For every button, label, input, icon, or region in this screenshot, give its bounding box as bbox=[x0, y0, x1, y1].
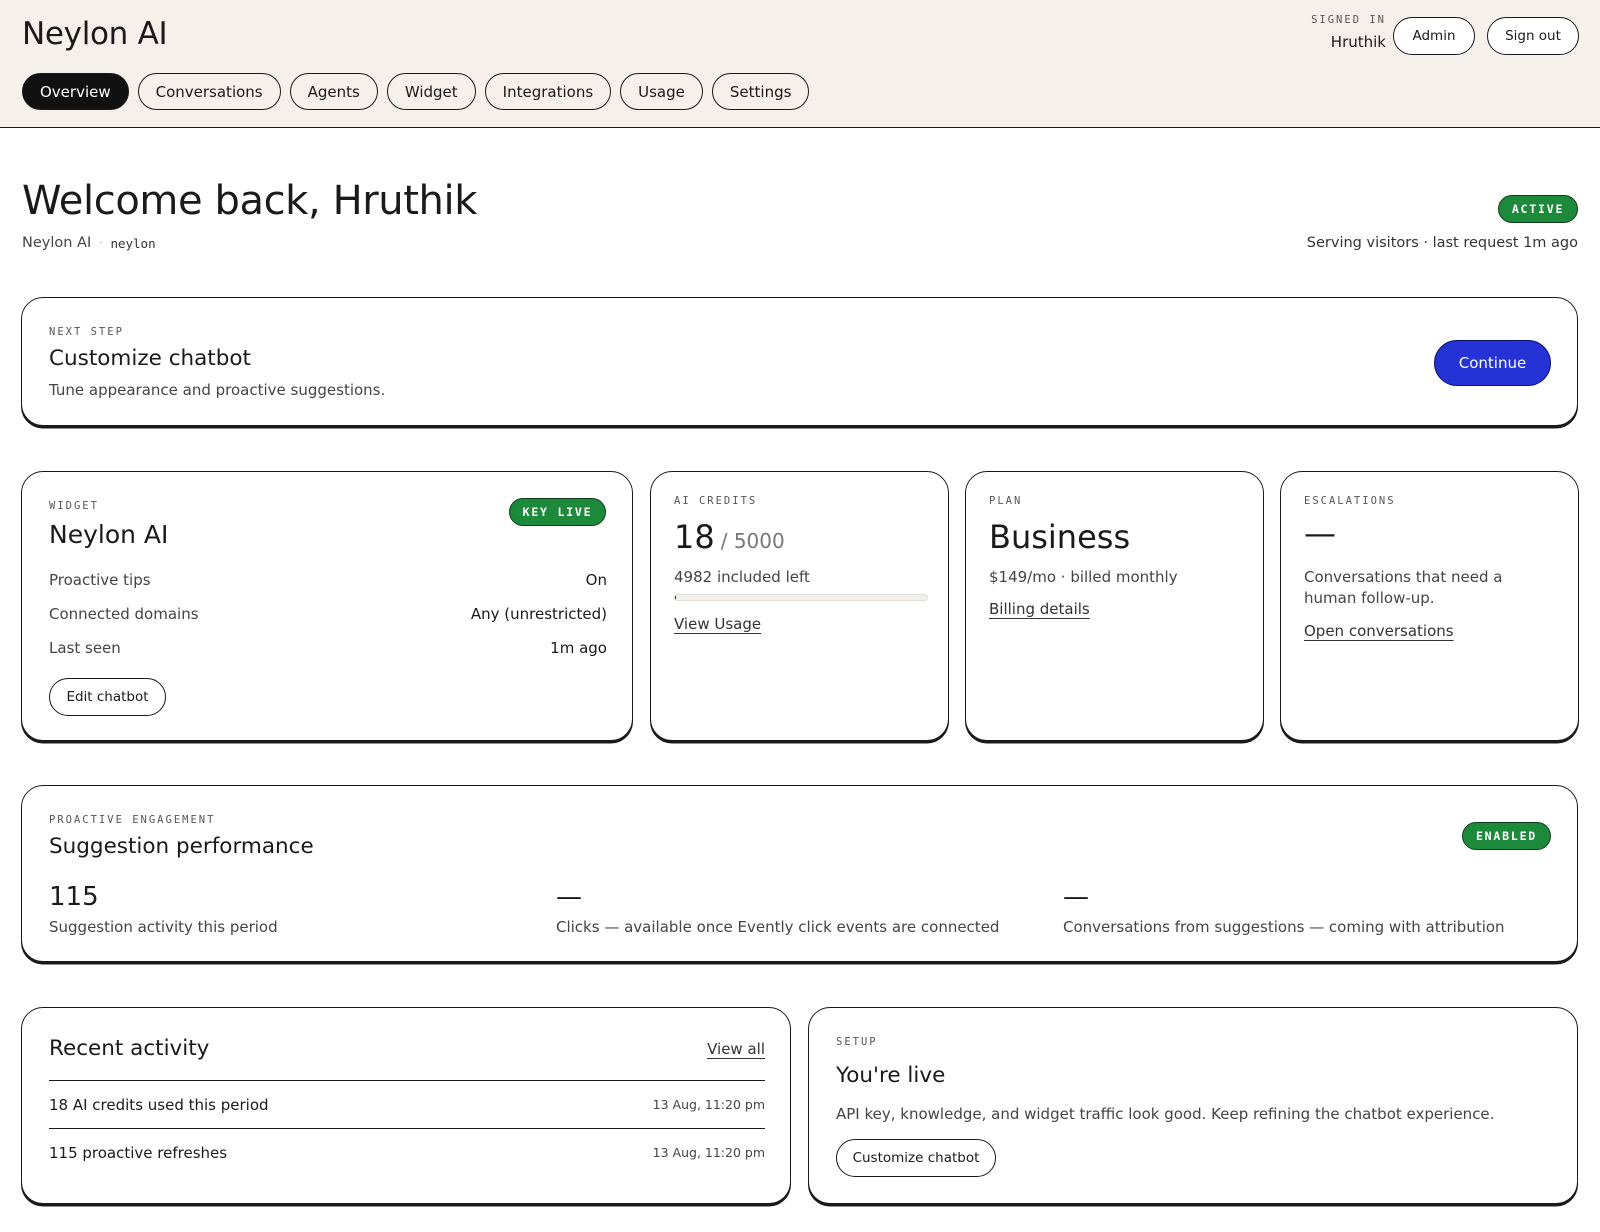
next-step-desc: Tune appearance and proactive suggestion… bbox=[49, 381, 386, 399]
stat-item: — Clicks — available once Evently click … bbox=[556, 882, 999, 936]
credits-eyebrow: AI CREDITS bbox=[674, 495, 758, 507]
tab-settings[interactable]: Settings bbox=[711, 73, 810, 110]
key-live-badge: KEY LIVE bbox=[509, 498, 606, 526]
escalations-eyebrow: ESCALATIONS bbox=[1304, 495, 1396, 507]
setup-card: SETUP You're live API key, knowledge, an… bbox=[808, 1007, 1578, 1204]
detail-value: 1m ago bbox=[550, 639, 607, 657]
stat-item: 115 Suggestion activity this period bbox=[49, 882, 278, 936]
billing-details-link[interactable]: Billing details bbox=[989, 600, 1090, 618]
plan-card: PLAN Business $149/mo · billed monthly B… bbox=[965, 471, 1264, 741]
status-badge: ACTIVE bbox=[1498, 195, 1578, 223]
enabled-badge: ENABLED bbox=[1462, 822, 1551, 850]
tab-agents[interactable]: Agents bbox=[289, 73, 378, 110]
ai-credits-card: AI CREDITS 18 / 5000 4982 included left … bbox=[650, 471, 949, 741]
detail-row: Connected domains Any (unrestricted) bbox=[49, 605, 607, 639]
next-step-eyebrow: NEXT STEP bbox=[49, 326, 124, 338]
stat-item: — Conversations from suggestions — comin… bbox=[1063, 882, 1505, 936]
list-item: 18 AI credits used this period 13 Aug, 1… bbox=[49, 1080, 765, 1128]
page-title: Welcome back, Hruthik bbox=[22, 178, 477, 224]
tab-integrations[interactable]: Integrations bbox=[484, 73, 612, 110]
detail-value: On bbox=[585, 571, 607, 589]
plan-price: $149/mo · billed monthly bbox=[989, 568, 1178, 586]
serving-status: Serving visitors · last request 1m ago bbox=[1306, 235, 1578, 251]
credits-progress-fill bbox=[675, 595, 676, 600]
proactive-eyebrow: PROACTIVE ENGAGEMENT bbox=[49, 814, 216, 826]
open-conversations-link[interactable]: Open conversations bbox=[1304, 622, 1454, 640]
stat-value: — bbox=[1063, 882, 1089, 912]
widget-title: Neylon AI bbox=[49, 520, 169, 549]
stat-label: Suggestion activity this period bbox=[49, 918, 278, 936]
detail-key: Last seen bbox=[49, 639, 121, 657]
activity-time: 13 Aug, 11:20 pm bbox=[652, 1097, 765, 1112]
setup-eyebrow: SETUP bbox=[836, 1036, 878, 1048]
tab-usage[interactable]: Usage bbox=[620, 73, 703, 110]
view-usage-link[interactable]: View Usage bbox=[674, 615, 761, 633]
proactive-engagement-card: PROACTIVE ENGAGEMENT ENABLED Suggestion … bbox=[21, 785, 1578, 962]
plan-eyebrow: PLAN bbox=[989, 495, 1023, 507]
signed-in-label: SIGNED IN bbox=[1311, 14, 1386, 26]
activity-text: 18 AI credits used this period bbox=[49, 1095, 269, 1114]
brand-title: Neylon AI bbox=[22, 16, 168, 52]
recent-activity-card: Recent activity View all 18 AI credits u… bbox=[21, 1007, 791, 1204]
activity-text: 115 proactive refreshes bbox=[49, 1143, 228, 1162]
detail-key: Proactive tips bbox=[49, 571, 151, 589]
activity-title: Recent activity bbox=[49, 1036, 210, 1061]
escalations-card: ESCALATIONS — Conversations that need a … bbox=[1280, 471, 1579, 741]
continue-button[interactable]: Continue bbox=[1434, 340, 1551, 386]
stat-label: Conversations from suggestions — coming … bbox=[1063, 918, 1505, 936]
org-name: Neylon AI bbox=[22, 235, 92, 251]
plan-name: Business bbox=[989, 518, 1131, 556]
sign-out-button[interactable]: Sign out bbox=[1487, 17, 1579, 55]
detail-row: Last seen 1m ago bbox=[49, 639, 607, 673]
admin-button[interactable]: Admin bbox=[1393, 17, 1475, 55]
top-header: Neylon AI SIGNED IN Hruthik Admin Sign o… bbox=[0, 0, 1600, 128]
nav-tabs: Overview Conversations Agents Widget Int… bbox=[22, 73, 810, 110]
signed-in-block: SIGNED IN Hruthik bbox=[1311, 14, 1386, 51]
tab-widget[interactable]: Widget bbox=[386, 73, 476, 110]
next-step-title: Customize chatbot bbox=[49, 346, 251, 371]
org-subtitle: Neylon AI · neylon bbox=[22, 235, 156, 251]
view-all-link[interactable]: View all bbox=[707, 1040, 765, 1058]
proactive-title: Suggestion performance bbox=[49, 834, 314, 859]
detail-key: Connected domains bbox=[49, 605, 199, 623]
stat-value: 115 bbox=[49, 882, 99, 912]
credits-progress-bar bbox=[674, 594, 928, 601]
credits-total: / 5000 bbox=[720, 529, 785, 553]
detail-value: Any (unrestricted) bbox=[470, 605, 607, 623]
activity-list: 18 AI credits used this period 13 Aug, 1… bbox=[49, 1080, 765, 1176]
stat-label: Clicks — available once Evently click ev… bbox=[556, 918, 1000, 936]
detail-row: Proactive tips On bbox=[49, 571, 607, 605]
setup-title: You're live bbox=[836, 1063, 946, 1088]
escalations-desc: Conversations that need a human follow-u… bbox=[1304, 568, 1503, 607]
tab-overview[interactable]: Overview bbox=[22, 73, 129, 110]
credits-left: 4982 included left bbox=[674, 568, 810, 586]
escalations-value: — bbox=[1304, 514, 1336, 552]
org-slug: neylon bbox=[110, 235, 156, 251]
stat-value: — bbox=[556, 882, 582, 912]
widget-card: WIDGET KEY LIVE Neylon AI Proactive tips… bbox=[21, 471, 633, 741]
next-step-card: NEXT STEP Customize chatbot Tune appeara… bbox=[21, 297, 1578, 426]
credits-value: 18 / 5000 bbox=[674, 518, 785, 556]
widget-details: Proactive tips On Connected domains Any … bbox=[49, 571, 607, 673]
activity-time: 13 Aug, 11:20 pm bbox=[652, 1145, 765, 1160]
list-item: 115 proactive refreshes 13 Aug, 11:20 pm bbox=[49, 1128, 765, 1176]
edit-chatbot-button[interactable]: Edit chatbot bbox=[49, 678, 166, 716]
credits-used: 18 bbox=[674, 518, 715, 556]
widget-eyebrow: WIDGET bbox=[49, 500, 99, 512]
customize-chatbot-button[interactable]: Customize chatbot bbox=[836, 1139, 996, 1177]
tab-conversations[interactable]: Conversations bbox=[137, 73, 281, 110]
signed-in-user: Hruthik bbox=[1330, 33, 1386, 51]
separator-dot: · bbox=[99, 237, 103, 249]
setup-desc: API key, knowledge, and widget traffic l… bbox=[836, 1105, 1495, 1123]
